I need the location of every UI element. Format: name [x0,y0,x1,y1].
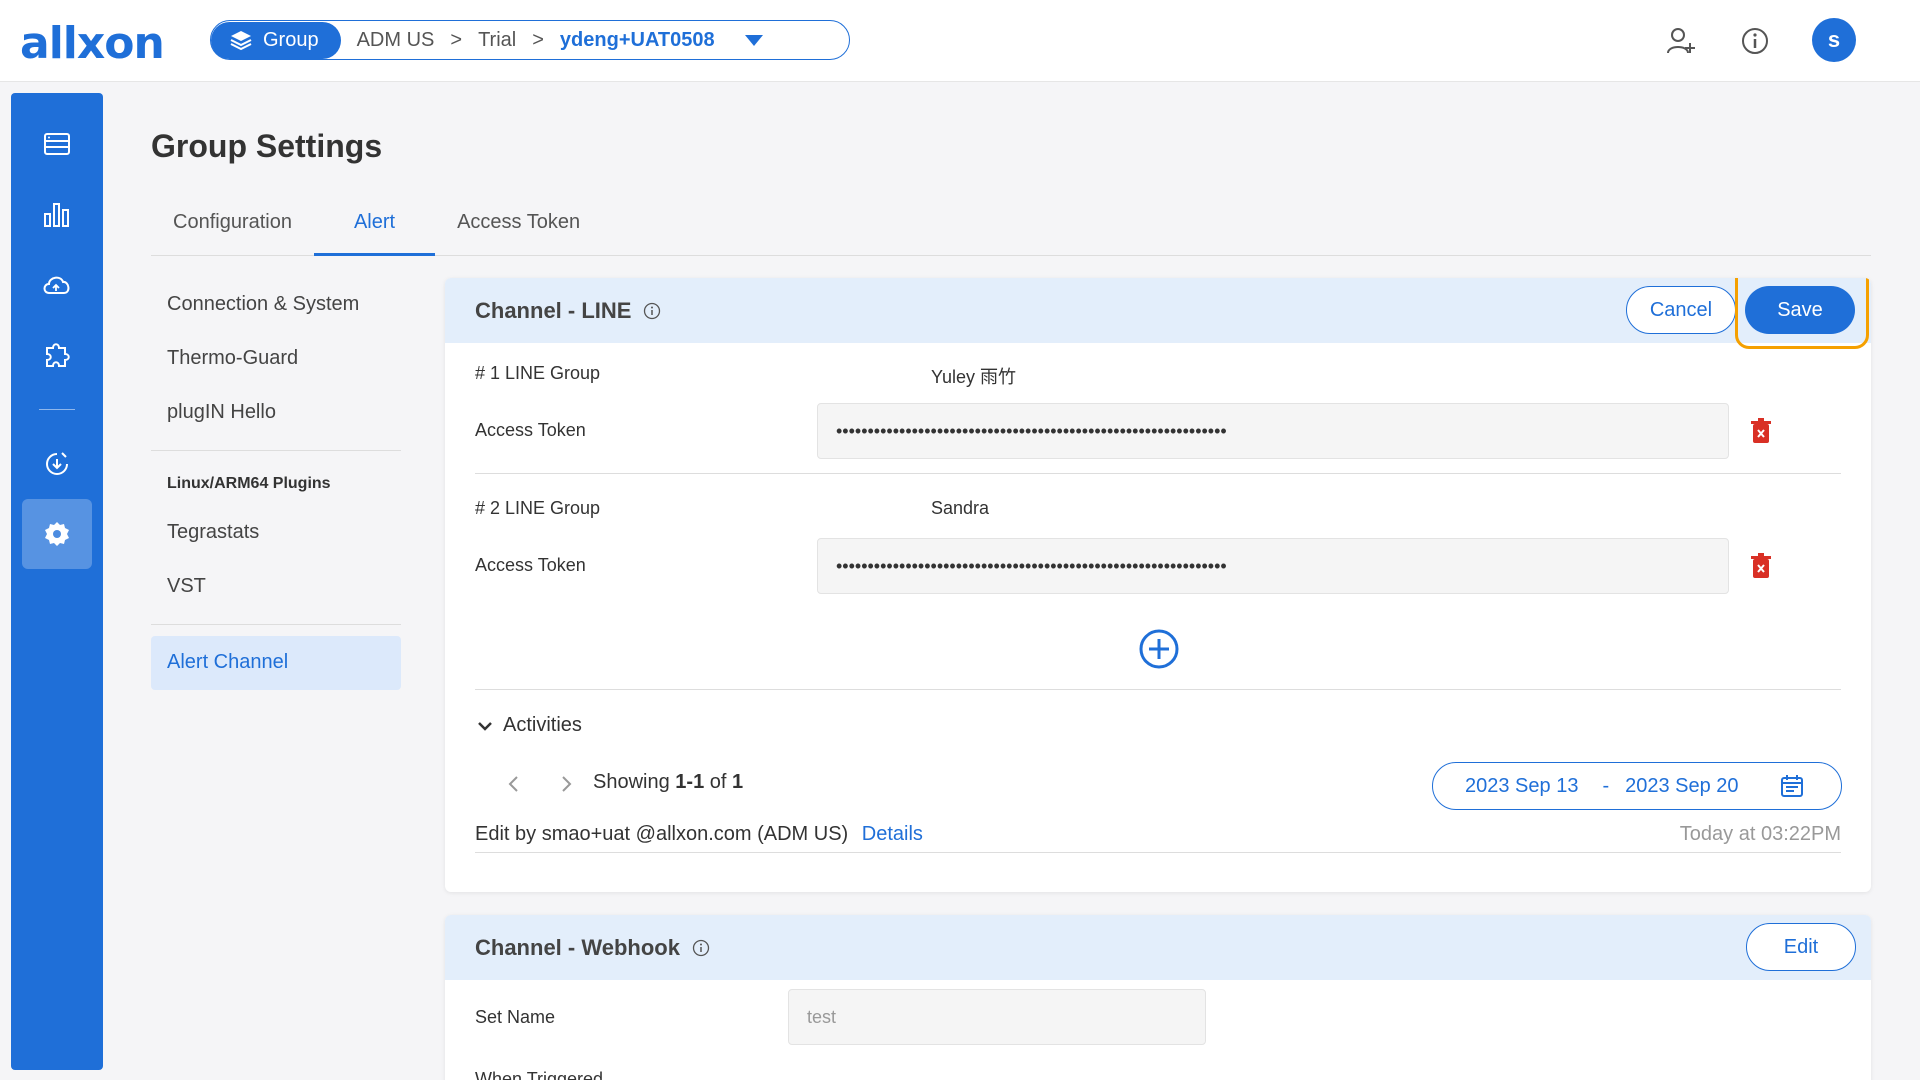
section-divider [475,689,1841,690]
set-name-label: Set Name [475,1007,556,1027]
date-separator: - [1602,774,1610,797]
date-from: 2023 Sep 13 [1465,774,1579,797]
settings-icon[interactable] [22,499,92,569]
access-token-field[interactable]: ••••••••••••••••••••••••••••••••••••••••… [817,403,1729,459]
line-group-1-name: Yuley 雨竹 [931,367,1017,387]
group-scope-label: Group [263,28,319,51]
card-title: Channel - Webhook [475,935,710,961]
rail-divider [39,409,75,410]
subnav-item-label: Alert Channel [167,651,289,673]
activities-title: Activities [503,714,582,736]
subnav-divider [151,450,401,451]
details-link[interactable]: Details [862,823,923,845]
top-bar: allxon Group ADM US > Trial > ydeng+UAT0… [0,0,1920,82]
date-to: 2023 Sep 20 [1625,774,1739,797]
trash-icon[interactable] [1747,551,1775,581]
cloud-sync-icon[interactable] [22,249,92,319]
side-rail [11,93,103,1070]
activities-toggle[interactable]: Activities [475,714,582,737]
subnav-item-thermo-guard[interactable]: Thermo-Guard [167,347,298,370]
app-logo[interactable]: allxon [20,18,165,69]
activity-timestamp: Today at 03:22PM [1679,823,1841,845]
line-group-2-name: Sandra [931,498,990,518]
edit-button[interactable]: Edit [1746,923,1856,971]
chevron-left-icon[interactable] [502,772,526,796]
card-header: Channel - Webhook Edit [445,915,1871,980]
breadcrumb-item-parent[interactable]: Trial [462,29,532,52]
row-divider [475,473,1841,474]
ota-icon[interactable] [22,429,92,499]
date-range-picker[interactable]: 2023 Sep 13 - 2023 Sep 20 [1432,762,1842,810]
access-token-label: Access Token [475,420,586,440]
tab-configuration[interactable]: Configuration [151,200,314,256]
breadcrumb-item-company[interactable]: ADM US [341,29,451,52]
devices-icon[interactable] [22,109,92,179]
cancel-button[interactable]: Cancel [1626,286,1736,334]
card-title-text: Channel - Webhook [475,935,680,960]
showing-of: of [704,771,732,793]
chevron-right-icon: > [532,28,544,51]
trash-icon[interactable] [1747,416,1775,446]
chevron-down-icon [478,721,492,731]
subnav-item-connection-system[interactable]: Connection & System [167,293,359,316]
subnav-item-plugin-hello[interactable]: plugIN Hello [167,401,276,424]
caret-down-icon[interactable] [744,34,763,46]
showing-total: 1 [731,771,744,793]
info-icon[interactable] [1738,24,1772,58]
calendar-icon [1780,775,1803,797]
layers-icon [230,31,252,51]
subnav-divider [151,624,401,625]
add-circle-icon[interactable] [1137,627,1181,671]
chevron-right-icon: > [450,28,463,51]
pagination-summary: Showing 1-1 of 1 [593,771,743,794]
tab-alert[interactable]: Alert [313,200,436,256]
card-title-text: Channel - LINE [475,298,632,323]
access-token-label: Access Token [475,555,586,575]
access-token-field[interactable]: ••••••••••••••••••••••••••••••••••••••••… [817,538,1729,594]
set-name-field[interactable]: test [788,989,1206,1045]
showing-range: 1-1 [675,771,705,793]
subnav-item-alert-channel[interactable]: Alert Channel [151,636,401,690]
avatar[interactable]: s [1812,18,1856,62]
activity-entry-text: Edit by smao+uat @allxon.com (ADM US) [475,823,849,845]
activity-entry: Edit by smao+uat @allxon.com (ADM US) De… [475,823,923,846]
group-scope-badge[interactable]: Group [211,21,341,59]
info-icon[interactable] [692,939,710,957]
card-header: Channel - LINE Cancel Save [445,278,1871,349]
line-group-1-label: # 1 LINE Group [475,363,601,383]
tab-access-token[interactable]: Access Token [435,200,602,256]
subnav-item-vst[interactable]: VST [167,575,206,598]
when-triggered-label: When Triggered [475,1069,604,1080]
add-user-icon[interactable] [1664,24,1698,58]
dashboard-icon[interactable] [22,179,92,249]
info-icon[interactable] [643,302,661,320]
plugin-icon[interactable] [22,319,92,389]
activity-divider [475,852,1841,853]
subnav-section-heading: Linux/ARM64 Plugins [167,475,331,492]
showing-prefix: Showing [593,771,676,793]
breadcrumb[interactable]: Group ADM US > Trial > ydeng+UAT0508 [210,20,850,60]
subnav-item-tegrastats[interactable]: Tegrastats [167,521,259,544]
save-button[interactable]: Save [1745,286,1855,334]
line-channel-card: Channel - LINE Cancel Save # 1 LINE Grou… [445,278,1871,892]
settings-tabs: Configuration Alert Access Token [151,200,1871,256]
breadcrumb-item-current[interactable]: ydeng+UAT0508 [544,29,731,52]
line-group-2-label: # 2 LINE Group [475,498,601,518]
page-title: Group Settings [151,128,383,164]
card-title: Channel - LINE [475,298,661,324]
chevron-right-icon[interactable] [554,772,578,796]
webhook-channel-card: Channel - Webhook Edit Set Name test Whe… [445,915,1871,1080]
